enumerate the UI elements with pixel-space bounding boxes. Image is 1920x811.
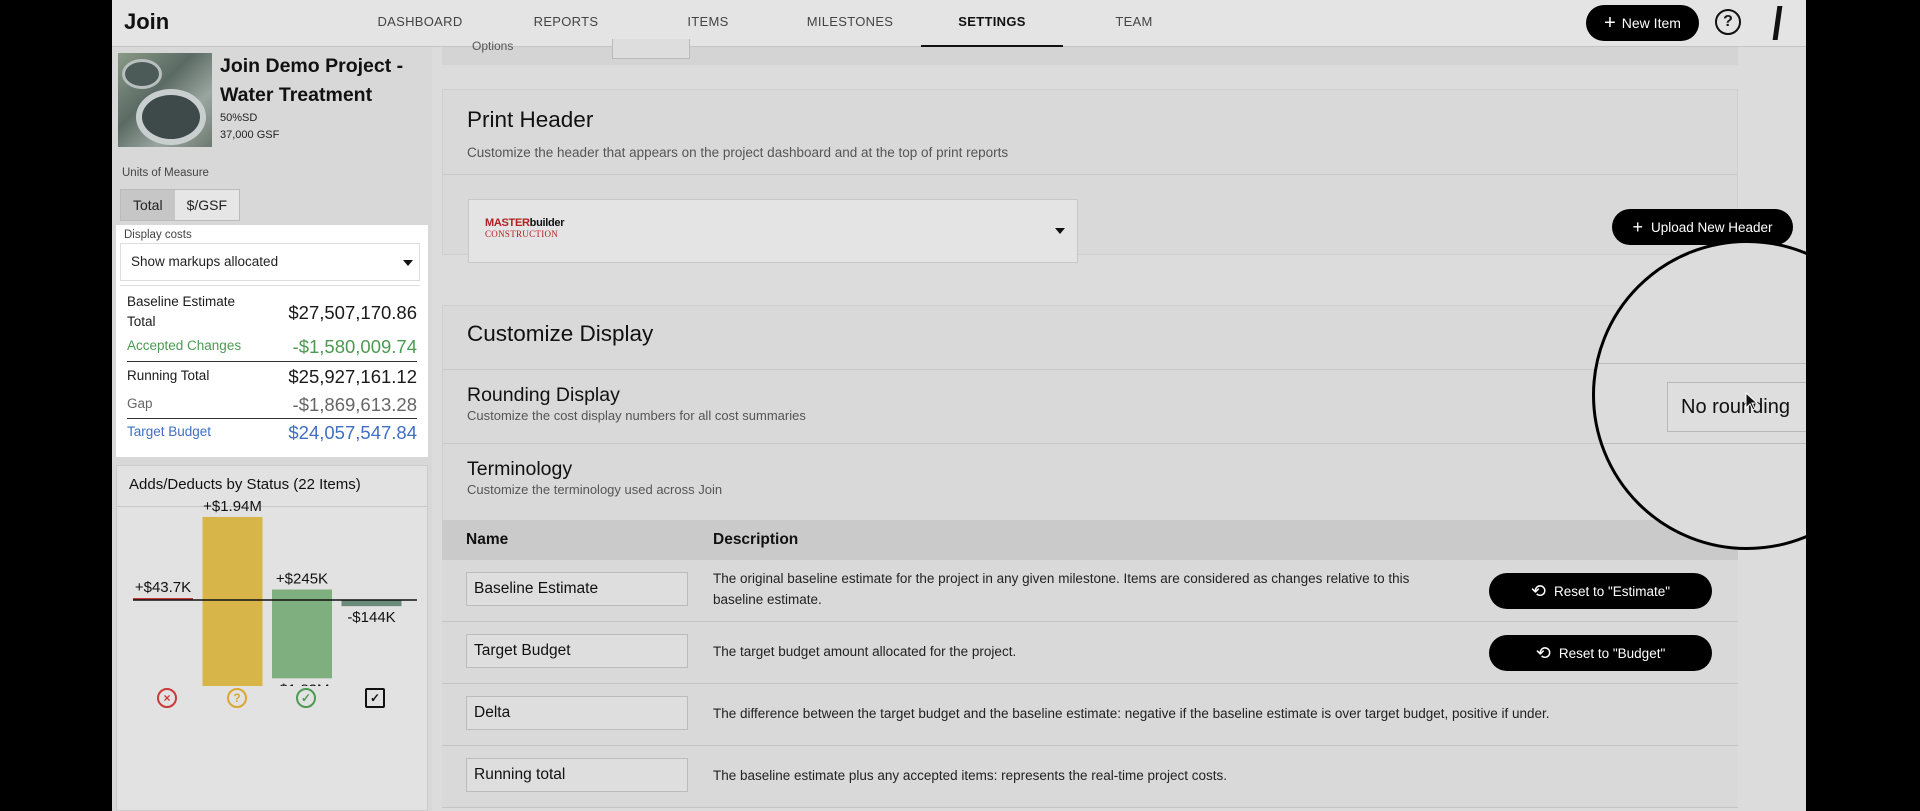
chevron-down-icon	[403, 260, 413, 266]
gap-label: Gap	[127, 396, 153, 411]
bar-add-accepted	[272, 589, 332, 600]
term-name-input[interactable]: Target Budget	[466, 634, 688, 668]
baseline-value: $27,507,170.86	[288, 302, 417, 323]
project-area: 37,000 GSF	[220, 129, 280, 141]
bar-deduct-incorporated	[341, 600, 402, 607]
sidebar: Join Demo Project - Water Treatment 50%S…	[112, 47, 432, 811]
plus-icon: +	[1604, 12, 1616, 34]
tab-milestones[interactable]: MILESTONES	[779, 0, 921, 47]
divider	[127, 418, 417, 419]
options-label: Options	[472, 39, 514, 53]
value-label-deduct: -$144K	[347, 609, 395, 626]
description-column-header: Description	[713, 531, 799, 548]
new-item-label: New Item	[1621, 15, 1681, 31]
baseline-row: Baseline Estimate Total $27,507,170.86	[127, 292, 417, 332]
target-label: Target Budget	[127, 424, 212, 439]
masterbuilder-logo: MASTERbuilder CONSTRUCTION	[485, 217, 565, 240]
status-icons: × ? ✓ ✓	[117, 688, 427, 718]
upload-header-label: Upload New Header	[1650, 219, 1773, 235]
project-phase: 50%SD	[220, 112, 258, 124]
project-title: Join Demo Project - Water Treatment	[220, 55, 404, 106]
term-description: The target budget amount allocated for t…	[713, 644, 1017, 659]
terminology-table-header: Name Description	[442, 520, 1738, 560]
rounding-subtitle: Customize the cost display numbers for a…	[467, 408, 806, 423]
options-select[interactable]	[612, 39, 690, 59]
units-gsf-option[interactable]: $/GSF	[175, 190, 239, 220]
running-value: $25,927,161.12	[288, 366, 417, 387]
project-thumbnail	[118, 53, 212, 147]
rounding-select[interactable]: No rounding	[1667, 382, 1806, 432]
user-menu-icon[interactable]	[1772, 6, 1783, 40]
gap-value: -$1,869,613.28	[292, 394, 417, 415]
options-panel: Options	[442, 39, 1738, 65]
table-row: Delta The difference between the target …	[442, 684, 1738, 746]
reset-estimate-button[interactable]: ⟲ Reset to "Estimate"	[1489, 573, 1712, 609]
customize-display-panel: Customize Display Rounding Display Custo…	[442, 305, 1738, 521]
tab-settings[interactable]: SETTINGS	[921, 0, 1063, 47]
term-description: The original baseline estimate for the p…	[713, 571, 1410, 607]
name-column-header: Name	[466, 531, 509, 548]
terminology-title: Terminology	[467, 458, 573, 480]
adds-deducts-panel: Adds/Deducts by Status (22 Items) +$43.7…	[116, 465, 428, 811]
reset-budget-label: Reset to "Budget"	[1558, 645, 1666, 661]
value-label-add: +$43.7K	[135, 579, 191, 596]
header-logo-select[interactable]: MASTERbuilder CONSTRUCTION	[468, 199, 1078, 263]
table-row: Baseline Estimate The original baseline …	[442, 560, 1738, 622]
incorporated-icon[interactable]: ✓	[365, 688, 385, 708]
display-costs-label: Display costs	[124, 229, 192, 241]
rejected-icon[interactable]: ×	[157, 688, 177, 708]
term-name-input[interactable]: Delta	[466, 696, 688, 730]
rounding-value: No rounding	[1681, 396, 1790, 418]
display-costs-value: Show markups allocated	[131, 254, 279, 269]
accepted-icon[interactable]: ✓	[296, 688, 316, 708]
top-nav: Join DASHBOARD REPORTS ITEMS MILESTONES …	[112, 0, 1806, 47]
terminology-subtitle: Customize the terminology used across Jo…	[467, 482, 723, 497]
adds-deducts-chart: +$43.7K+$1.94M-$2.24M+$245K-$1.83M-$144K	[133, 498, 417, 686]
reset-estimate-label: Reset to "Estimate"	[1553, 583, 1671, 599]
accepted-value: -$1,580,009.74	[292, 336, 417, 357]
running-label: Running Total	[127, 368, 210, 383]
value-label-add: +$245K	[276, 571, 328, 588]
help-icon[interactable]: ?	[1715, 9, 1741, 35]
term-name-input[interactable]: Running total	[466, 758, 688, 792]
target-value: $24,057,547.84	[288, 422, 417, 443]
term-name-input[interactable]: Baseline Estimate	[466, 572, 688, 606]
bar-add-pending	[202, 516, 263, 600]
units-toggle: Total $/GSF	[120, 189, 241, 221]
units-label: Units of Measure	[122, 167, 209, 179]
table-row: Running total The baseline estimate plus…	[442, 746, 1738, 808]
baseline-label: Baseline Estimate Total	[127, 294, 236, 329]
display-costs-select[interactable]: Show markups allocated	[120, 243, 420, 281]
print-header-title: Print Header	[467, 107, 594, 132]
tab-dashboard[interactable]: DASHBOARD	[349, 0, 491, 47]
value-label-deduct: -$1.83M	[274, 681, 329, 686]
pending-icon[interactable]: ?	[227, 688, 247, 708]
value-label-add: +$1.94M	[203, 498, 262, 515]
term-description: The baseline estimate plus any accepted …	[713, 768, 1227, 783]
costs-summary: Display costs Show markups allocated Bas…	[116, 225, 428, 457]
chevron-down-icon	[1055, 228, 1065, 234]
mouse-cursor-icon	[1745, 392, 1759, 411]
bar-deduct-pending	[202, 600, 263, 686]
rounding-title: Rounding Display	[467, 384, 620, 406]
accepted-label: Accepted Changes	[127, 338, 242, 353]
bar-deduct-accepted	[272, 600, 332, 679]
reset-budget-button[interactable]: ⟲ Reset to "Budget"	[1489, 635, 1712, 671]
tab-team[interactable]: TEAM	[1063, 0, 1205, 47]
print-header-subtitle: Customize the header that appears on the…	[467, 145, 1009, 160]
term-description: The difference between the target budget…	[713, 706, 1550, 721]
join-logo[interactable]: Join	[124, 9, 169, 35]
plus-icon: +	[1632, 216, 1643, 237]
divider	[127, 361, 417, 362]
customize-display-title: Customize Display	[467, 321, 654, 346]
table-row: Target Budget The target budget amount a…	[442, 622, 1738, 684]
history-icon: ⟲	[1535, 642, 1551, 663]
history-icon: ⟲	[1530, 580, 1546, 601]
new-item-button[interactable]: + New Item	[1586, 5, 1699, 41]
upload-new-header-button[interactable]: + Upload New Header	[1612, 209, 1793, 245]
app-window: Join DASHBOARD REPORTS ITEMS MILESTONES …	[112, 0, 1806, 811]
units-total-option[interactable]: Total	[121, 190, 175, 220]
